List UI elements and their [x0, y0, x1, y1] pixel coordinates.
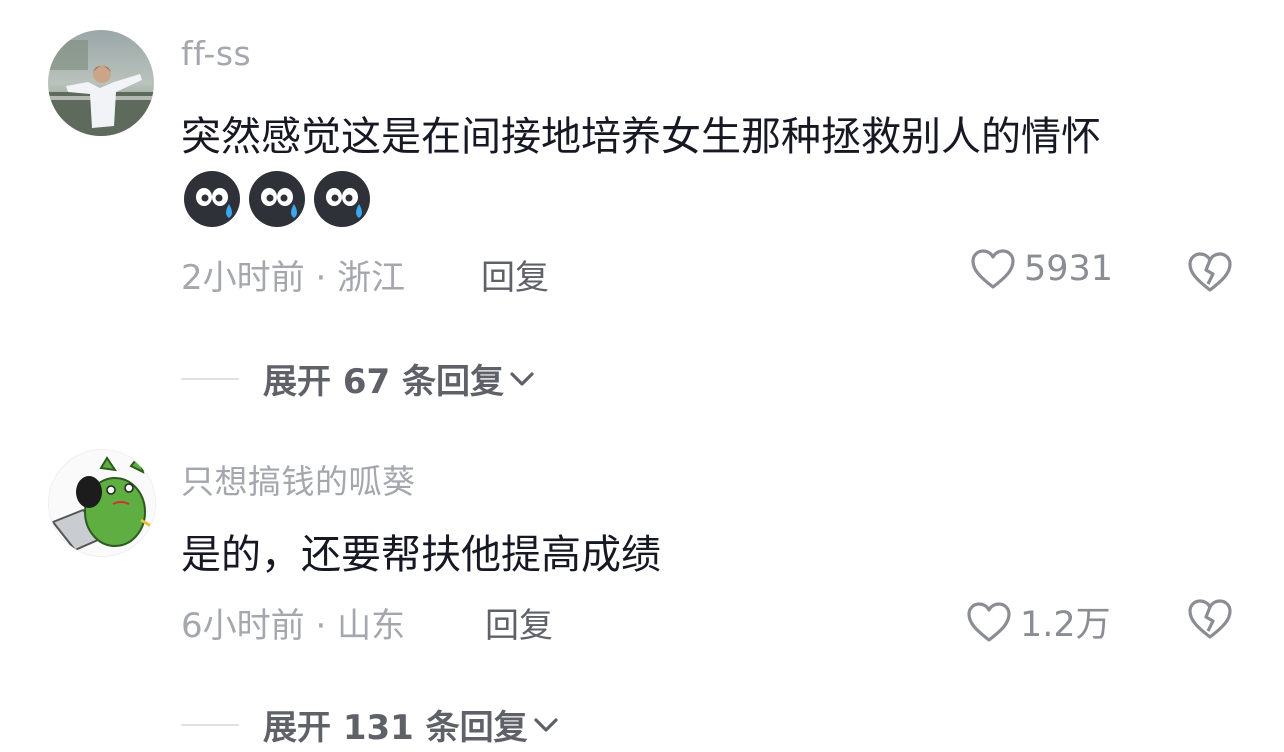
reply-button[interactable]: 回复 [485, 598, 553, 647]
comment-meta: 2小时前 · 浙江 [181, 250, 405, 299]
chevron-down-icon [510, 371, 534, 386]
meta-separator: · [315, 258, 327, 298]
like-button[interactable]: 5931 [970, 248, 1113, 290]
comment-emojis [183, 170, 371, 228]
reply-button[interactable]: 回复 [481, 250, 549, 299]
comment-location: 山东 [337, 606, 406, 646]
like-count: 5931 [1024, 249, 1114, 289]
expand-replies-label: 展开 131 条回复 [263, 708, 528, 748]
user-avatar[interactable] [48, 449, 156, 557]
meta-separator: · [315, 606, 327, 646]
sweat-face-emoji-icon [184, 171, 240, 227]
comment-username[interactable]: ff-ss [181, 34, 251, 73]
expand-divider [181, 377, 239, 380]
heart-outline-icon [967, 601, 1011, 642]
user-avatar[interactable] [48, 30, 154, 136]
comment-time: 6小时前 [181, 606, 305, 646]
like-button[interactable]: 1.2万 [966, 596, 1111, 647]
comment-username[interactable]: 只想搞钱的呱葵 [181, 455, 416, 503]
expand-divider [181, 723, 239, 726]
comment-meta: 6小时前 · 山东 [181, 598, 405, 647]
sweat-face-emoji-icon [249, 171, 305, 227]
comment-location: 浙江 [337, 258, 406, 298]
comment-text: 是的，还要帮扶他提高成绩 [181, 532, 661, 578]
comment-text: 突然感觉这是在间接地培养女生那种拯救别人的情怀 [181, 114, 1101, 160]
like-count: 1.2万 [1020, 605, 1111, 645]
expand-replies-button[interactable]: 展开 131 条回复 [181, 700, 560, 749]
chevron-down-icon [534, 717, 558, 732]
expand-replies-label: 展开 67 条回复 [263, 362, 504, 402]
expand-replies-button[interactable]: 展开 67 条回复 [181, 354, 536, 403]
broken-heart-icon[interactable] [1186, 597, 1234, 641]
sweat-face-emoji-icon [314, 171, 370, 227]
heart-outline-icon [971, 249, 1015, 289]
comment-time: 2小时前 [181, 258, 305, 298]
broken-heart-icon[interactable] [1186, 250, 1234, 294]
